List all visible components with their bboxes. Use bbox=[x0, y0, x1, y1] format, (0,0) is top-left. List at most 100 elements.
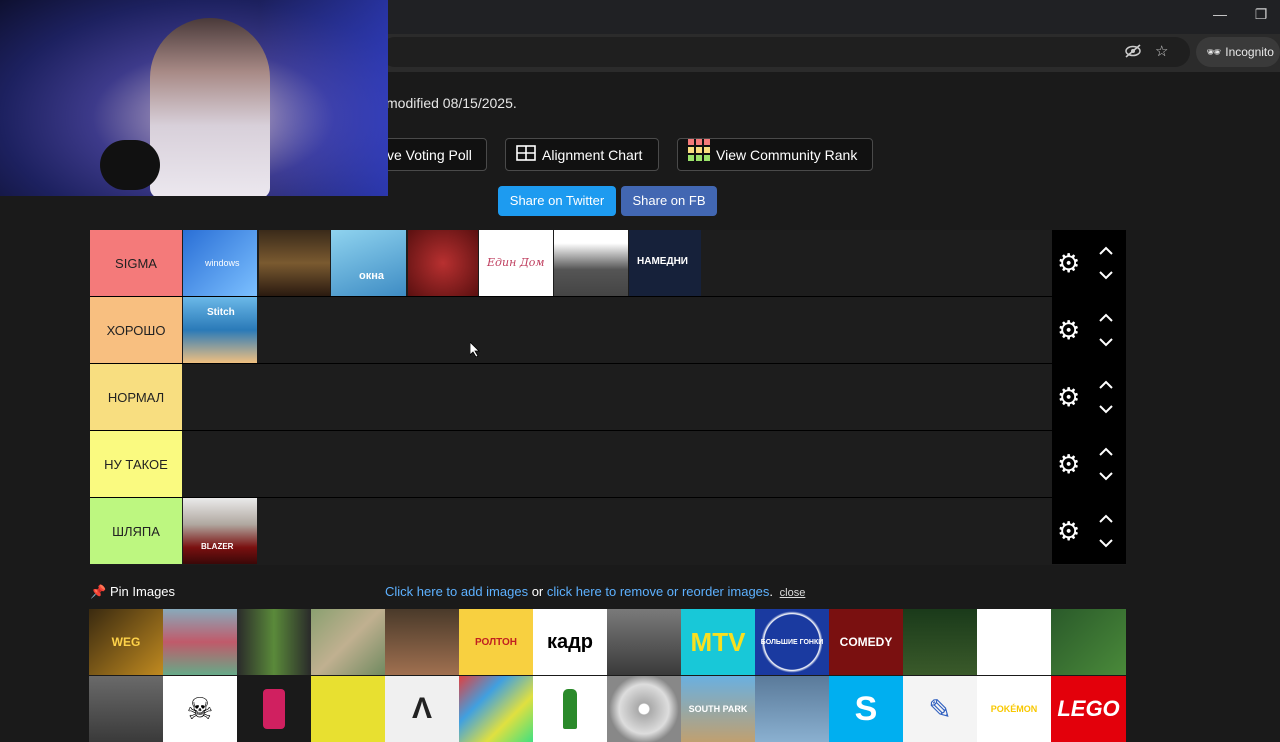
pencil-icon: ✎ bbox=[928, 693, 952, 725]
pool-item[interactable]: SOUTH PARK bbox=[681, 676, 755, 742]
add-images-link[interactable]: Click here to add images bbox=[385, 584, 528, 599]
move-down-icon[interactable] bbox=[1096, 335, 1116, 351]
move-down-icon[interactable] bbox=[1096, 268, 1116, 284]
remove-reorder-link[interactable]: click here to remove or reorder images bbox=[547, 584, 770, 599]
pool-item[interactable] bbox=[977, 609, 1051, 675]
close-link[interactable]: close bbox=[780, 587, 806, 599]
webcam-overlay bbox=[0, 0, 388, 196]
pool-item[interactable] bbox=[385, 609, 459, 675]
alignment-chart-button[interactable]: Alignment Chart bbox=[505, 138, 659, 171]
pool-item[interactable]: WEG bbox=[89, 609, 163, 675]
mouse-cursor-icon bbox=[469, 341, 480, 362]
tier-controls: ⚙ bbox=[1052, 431, 1126, 497]
gear-icon[interactable]: ⚙ bbox=[1057, 250, 1080, 276]
move-up-icon[interactable] bbox=[1096, 376, 1116, 392]
tier-item[interactable] bbox=[554, 230, 628, 296]
triangle-logo-icon: Λ bbox=[411, 692, 432, 725]
tier-item[interactable] bbox=[259, 230, 330, 296]
pool-item[interactable] bbox=[89, 676, 163, 742]
pool-item-label: S bbox=[854, 689, 878, 728]
move-up-icon[interactable] bbox=[1096, 510, 1116, 526]
bookmark-star-icon[interactable]: ☆ bbox=[1155, 42, 1168, 60]
tier-item[interactable] bbox=[408, 230, 478, 296]
pool-item[interactable]: MTV bbox=[681, 609, 755, 675]
move-down-icon[interactable] bbox=[1096, 536, 1116, 552]
restore-button[interactable]: ❐ bbox=[1249, 6, 1273, 23]
pool-item[interactable]: кадр bbox=[533, 609, 607, 675]
pool-item-label: БОЛЬШИЕ ГОНКИ bbox=[760, 638, 824, 646]
tier-row-nu-takoe: НУ ТАКОЕ ⚙ bbox=[90, 431, 1126, 498]
tier-list: SIGMA windows окна Един Дом НАМЕДНИ ⚙ ХО… bbox=[90, 230, 1126, 567]
tier-label-normal[interactable]: НОРМАЛ bbox=[90, 364, 182, 430]
tier-item[interactable]: НАМЕДНИ bbox=[629, 230, 701, 296]
share-fb-button[interactable]: Share on FB bbox=[621, 186, 717, 216]
pool-item[interactable]: Λ bbox=[385, 676, 459, 742]
pool-item[interactable]: БОЛЬШИЕ ГОНКИ bbox=[755, 609, 829, 675]
pool-item[interactable] bbox=[163, 609, 237, 675]
gear-icon[interactable]: ⚙ bbox=[1057, 518, 1080, 544]
pool-item[interactable] bbox=[533, 676, 607, 742]
tier-label-sigma[interactable]: SIGMA bbox=[90, 230, 182, 296]
pool-item-label: кадр bbox=[546, 630, 594, 653]
pool-item[interactable] bbox=[607, 676, 681, 742]
pool-item[interactable]: LEGO bbox=[1051, 676, 1126, 742]
incognito-badge[interactable]: 🕶 Incognito bbox=[1196, 37, 1280, 67]
pool-item[interactable] bbox=[607, 609, 681, 675]
tier-item-label: BLAZER bbox=[201, 542, 234, 551]
tier-item-label: windows bbox=[205, 258, 240, 268]
gear-icon[interactable]: ⚙ bbox=[1057, 317, 1080, 343]
pool-item[interactable] bbox=[755, 676, 829, 742]
pool-item[interactable] bbox=[237, 676, 311, 742]
tier-item[interactable]: BLAZER bbox=[183, 498, 257, 564]
pool-item[interactable] bbox=[237, 609, 311, 675]
pool-item[interactable]: РОЛТОН bbox=[459, 609, 533, 675]
voting-poll-button[interactable]: ve Voting Poll bbox=[372, 138, 487, 171]
pool-item[interactable] bbox=[903, 609, 977, 675]
move-up-icon[interactable] bbox=[1096, 242, 1116, 258]
eye-off-icon[interactable] bbox=[1124, 43, 1142, 63]
tier-grid-icon bbox=[688, 139, 710, 173]
tier-item[interactable]: Stitch bbox=[183, 297, 257, 363]
pool-item-label: POKÉMON bbox=[990, 704, 1038, 714]
tier-controls: ⚙ bbox=[1052, 364, 1126, 430]
share-twitter-button[interactable]: Share on Twitter bbox=[498, 186, 616, 216]
tier-label-shlyapa[interactable]: ШЛЯПА bbox=[90, 498, 182, 564]
tier-item[interactable]: windows bbox=[183, 230, 257, 296]
tier-label-khorosho[interactable]: ХОРОШО bbox=[90, 297, 182, 363]
pool-item[interactable]: COMEDY bbox=[829, 609, 903, 675]
address-bar[interactable] bbox=[380, 37, 1190, 67]
tier-row-shlyapa: ШЛЯПА BLAZER ⚙ bbox=[90, 498, 1126, 565]
tier-row-sigma: SIGMA windows окна Един Дом НАМЕДНИ ⚙ bbox=[90, 230, 1126, 297]
gear-icon[interactable]: ⚙ bbox=[1057, 451, 1080, 477]
pool-item[interactable] bbox=[459, 676, 533, 742]
gear-icon[interactable]: ⚙ bbox=[1057, 384, 1080, 410]
move-up-icon[interactable] bbox=[1096, 443, 1116, 459]
minimize-button[interactable]: — bbox=[1208, 6, 1232, 22]
modified-date-text: modified 08/15/2025. bbox=[386, 95, 517, 111]
microphone-icon bbox=[100, 140, 160, 190]
tier-item[interactable]: Един Дом bbox=[479, 230, 553, 296]
tier-label-nu-takoe[interactable]: НУ ТАКОЕ bbox=[90, 431, 182, 497]
pin-images-toggle[interactable]: Pin Images bbox=[110, 584, 175, 599]
pool-item-label: COMEDY bbox=[839, 635, 893, 649]
pool-item[interactable] bbox=[311, 609, 385, 675]
tier-item-label: НАМЕДНИ bbox=[637, 256, 688, 267]
pool-item[interactable] bbox=[311, 676, 385, 742]
community-rank-button[interactable]: View Community Rank bbox=[677, 138, 873, 171]
tier-item-label: Един Дом bbox=[487, 256, 545, 269]
move-down-icon[interactable] bbox=[1096, 469, 1116, 485]
tier-item[interactable]: окна bbox=[331, 230, 406, 296]
tier-controls: ⚙ bbox=[1052, 230, 1126, 296]
incognito-label: Incognito bbox=[1225, 45, 1274, 59]
tier-row-normal: НОРМАЛ ⚙ bbox=[90, 364, 1126, 431]
pool-item[interactable]: ☠ bbox=[163, 676, 237, 742]
pool-item[interactable] bbox=[1051, 609, 1126, 675]
grid-icon bbox=[516, 140, 536, 173]
webcam-light bbox=[260, 0, 388, 196]
move-down-icon[interactable] bbox=[1096, 402, 1116, 418]
move-up-icon[interactable] bbox=[1096, 309, 1116, 325]
pool-item[interactable]: S bbox=[829, 676, 903, 742]
pool-item[interactable]: POKÉMON bbox=[977, 676, 1051, 742]
pool-item[interactable]: ✎ bbox=[903, 676, 977, 742]
tier-controls: ⚙ bbox=[1052, 297, 1126, 363]
